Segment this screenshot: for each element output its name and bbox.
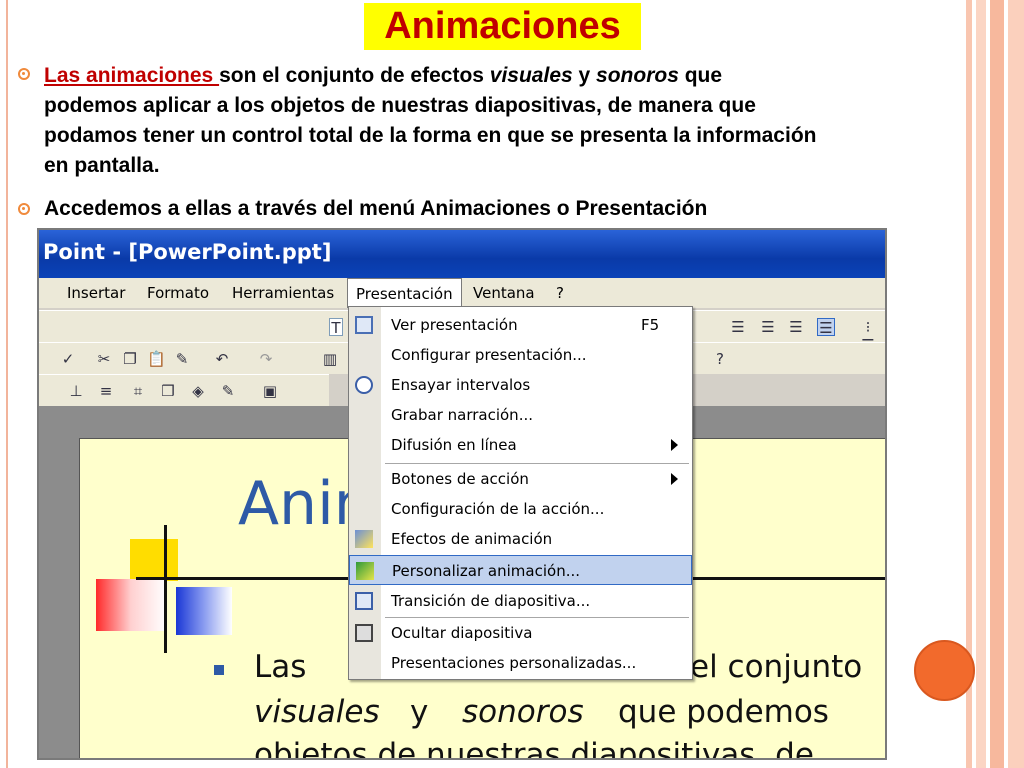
menu-item-botones-de-accion[interactable]: Botones de acción: [349, 464, 692, 494]
align-left-icon[interactable]: ☰: [729, 318, 747, 336]
bullet-icon: [18, 68, 30, 80]
menu-herramientas[interactable]: Herramientas: [232, 284, 334, 302]
slide-text-1a: Las: [254, 649, 307, 685]
title-highlight: Animaciones: [364, 3, 641, 50]
animation-effects-icon: [355, 530, 373, 548]
menu-help[interactable]: ?: [556, 284, 564, 302]
custom-animation-icon: [356, 562, 374, 580]
left-border-line: [6, 0, 8, 768]
slide-bullet-square: [214, 665, 224, 675]
slide-deco-vline: [164, 525, 167, 653]
submenu-arrow-icon: [671, 439, 678, 451]
group-icon[interactable]: ❒: [159, 382, 177, 400]
menu-bar: Insertar Formato Herramientas Presentaci…: [39, 278, 885, 308]
powerpoint-screenshot: Point - [PowerPoint.ppt] Insertar Format…: [37, 228, 887, 760]
align-center-icon[interactable]: ☰: [759, 318, 777, 336]
bullet-1-line-4: en pantalla.: [44, 154, 160, 177]
slide-text-3: objetos de nuestras diapositivas, de: [254, 737, 814, 760]
presentacion-dropdown: Ver presentación F5 Configurar presentac…: [348, 306, 693, 680]
menu-item-ensayar-intervalos[interactable]: Ensayar intervalos: [349, 370, 692, 400]
window-title-bar: Point - [PowerPoint.ppt]: [39, 230, 885, 278]
menu-item-grabar-narracion[interactable]: Grabar narración...: [349, 400, 692, 430]
page-title: Animaciones: [384, 5, 621, 47]
bullet-1-line-3: podamos tener un control total de la for…: [44, 124, 817, 147]
menu-item-presentaciones-personalizadas[interactable]: Presentaciones personalizadas...: [349, 648, 692, 678]
menu-item-transicion-de-diapositiva[interactable]: Transición de diapositiva...: [349, 586, 692, 616]
copy-icon[interactable]: ❐: [121, 350, 139, 368]
undo-icon[interactable]: ↶: [213, 350, 231, 368]
cut-icon[interactable]: ✂: [95, 350, 113, 368]
menu-item-configurar-presentacion[interactable]: Configurar presentación...: [349, 340, 692, 370]
align-right-icon[interactable]: ☰: [787, 318, 805, 336]
format-painter-icon[interactable]: ✎: [173, 350, 191, 368]
slide-text-2a: visuales: [254, 694, 380, 730]
numbering-icon[interactable]: ⁝☰: [859, 318, 877, 354]
spelling-icon[interactable]: ✓: [59, 350, 77, 368]
menu-item-efectos-de-animacion[interactable]: Efectos de animación: [349, 524, 692, 554]
slide-text-2b: y: [410, 694, 429, 730]
transition-icon: [355, 592, 373, 610]
timer-icon: [355, 376, 373, 394]
help-icon[interactable]: ?: [711, 350, 729, 368]
right-stripe-4: [1008, 0, 1024, 768]
hide-slide-icon: [355, 624, 373, 642]
slide-deco-yellow: [130, 539, 178, 581]
align-objects-icon[interactable]: ⊥: [67, 382, 85, 400]
menu-ventana[interactable]: Ventana: [473, 284, 535, 302]
menu-item-difusion-en-linea[interactable]: Difusión en línea: [349, 430, 692, 460]
shadow-icon[interactable]: ▣: [261, 382, 279, 400]
bullet-2-text: Accedemos a ellas a través del menú Anim…: [44, 197, 708, 220]
chart-icon[interactable]: ▥: [321, 350, 339, 368]
menu-formato[interactable]: Formato: [147, 284, 209, 302]
lines-icon[interactable]: ≡: [97, 382, 115, 400]
slide-text-2c: sonoros: [462, 694, 584, 730]
bullet-1-line-2: podemos aplicar a los objetos de nuestra…: [44, 94, 756, 117]
menu-item-ver-presentacion[interactable]: Ver presentación F5: [349, 310, 692, 340]
right-stripe-3: [990, 0, 1004, 768]
slide-deco-gradient: [96, 579, 166, 631]
pencil-icon[interactable]: ✎: [219, 382, 237, 400]
redo-icon[interactable]: ↷: [257, 350, 275, 368]
resize-icon[interactable]: ⌗: [129, 382, 147, 400]
decorative-orange-circle: [914, 640, 975, 701]
window-title: Point - [PowerPoint.ppt]: [43, 240, 332, 264]
justify-icon[interactable]: ☰: [817, 318, 835, 337]
menu-item-ocultar-diapositiva[interactable]: Ocultar diapositiva: [349, 618, 692, 648]
paste-icon[interactable]: 📋: [147, 350, 166, 368]
menu-insertar[interactable]: Insertar: [67, 284, 125, 302]
fill-icon[interactable]: ◈: [189, 382, 207, 400]
bullet-icon: [18, 203, 30, 215]
menu-item-configuracion-accion[interactable]: Configuración de la acción...: [349, 494, 692, 524]
menu-item-personalizar-animacion[interactable]: Personalizar animación...: [349, 555, 692, 585]
slide-text-2d: que podemos: [618, 694, 829, 730]
slide-text-1c: el conjunto: [690, 649, 863, 685]
slideshow-icon: [355, 316, 373, 334]
menu-presentacion[interactable]: Presentación: [347, 278, 462, 308]
bullet-1-text: Las animaciones son el conjunto de efect…: [44, 61, 984, 181]
bullet-1-line-1: Las animaciones son el conjunto de efect…: [44, 64, 723, 87]
slide-deco-blue: [176, 587, 232, 635]
font-box[interactable]: T: [329, 318, 343, 337]
toolbar-drawing: ⊥ ≡ ⌗ ❒ ◈ ✎ ▣: [39, 374, 329, 406]
submenu-arrow-icon: [671, 473, 678, 485]
